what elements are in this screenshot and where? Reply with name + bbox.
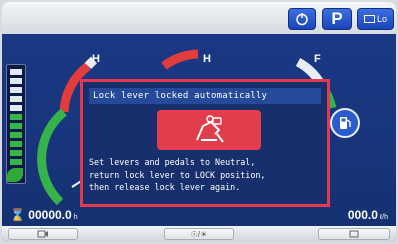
- hour-meter-value: 00000.0: [28, 208, 72, 222]
- fuel-consumption-readout: 000.0 ℓ/h: [348, 208, 388, 222]
- coolant-gauge-high-label: H: [92, 53, 100, 65]
- fuel-consumption-unit: ℓ/h: [379, 214, 388, 221]
- fuel-pump-icon: [330, 108, 360, 138]
- lock-lever-alert-dialog: Lock lever locked automatically Set leve…: [80, 79, 330, 207]
- soft-key-bar: ☉/☀: [2, 226, 396, 242]
- alert-instructions-text: Set levers and pedals to Neutral, return…: [89, 157, 266, 192]
- fuel-consumption-value: 000.0: [347, 208, 378, 222]
- softkey-1-button[interactable]: [8, 228, 78, 240]
- alert-title: Lock lever locked automatically: [89, 88, 321, 104]
- hour-meter: ⌛ 00000.0 h: [10, 208, 78, 222]
- softkey-2-button[interactable]: ☉/☀: [164, 228, 234, 240]
- oil-gauge-arc-red: [161, 49, 199, 70]
- hour-meter-unit: h: [73, 214, 78, 221]
- operator-lock-warning-icon: [157, 110, 261, 150]
- hour-meter-icon: ⌛: [10, 208, 25, 222]
- oil-gauge-high-label: H: [203, 53, 211, 65]
- camera-icon: [37, 230, 48, 238]
- coolant-gauge-arc-green: [37, 108, 67, 206]
- brightness-toggle-label: ☉/☀: [190, 229, 208, 239]
- fuel-gauge-full-label: F: [314, 53, 321, 65]
- monitor-screen: P Lo H H F Lock lever locked automatical…: [2, 2, 396, 242]
- menu-icon: [349, 230, 359, 238]
- softkey-3-button[interactable]: [318, 228, 390, 240]
